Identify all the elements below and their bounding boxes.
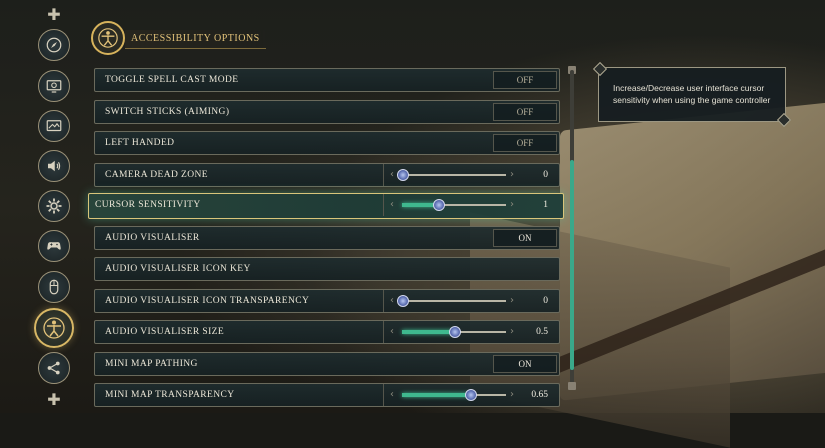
- slider-value: 0.65: [531, 390, 548, 400]
- chevron-right-icon[interactable]: ›: [510, 294, 514, 308]
- setting-row[interactable]: TOGGLE SPELL CAST MODE OFF: [94, 68, 560, 92]
- setting-description-panel: Increase/Decrease user interface cursor …: [592, 61, 792, 128]
- slider-value: 0.5: [536, 327, 548, 337]
- slider-knob[interactable]: [397, 168, 409, 181]
- slider-track[interactable]: [402, 389, 506, 401]
- setting-toggle[interactable]: OFF: [493, 102, 557, 121]
- slider-value: 0: [543, 295, 548, 306]
- slider-value: 0: [543, 169, 548, 180]
- sidebar-tab-display[interactable]: [38, 70, 70, 102]
- chevron-right-icon[interactable]: ›: [510, 325, 514, 339]
- setting-row[interactable]: AUDIO VISUALISER SIZE ‹ › 0.5: [94, 320, 560, 344]
- compass-icon: [46, 37, 62, 53]
- setting-toggle[interactable]: OFF: [493, 134, 557, 152]
- slider-fill: [402, 330, 454, 334]
- gear-icon: [46, 198, 62, 214]
- accessibility-emblem-icon: [91, 21, 125, 55]
- setting-toggle[interactable]: ON: [493, 228, 557, 247]
- slider-track[interactable]: [402, 199, 506, 211]
- slider-value: 1: [543, 200, 548, 210]
- slider-knob[interactable]: [433, 199, 446, 211]
- mouse-icon: [49, 279, 59, 295]
- scroll-down-cap: [568, 382, 576, 390]
- setting-row[interactable]: CAMERA DEAD ZONE ‹ › 0: [94, 162, 560, 187]
- sidebar-tab-compass[interactable]: [38, 29, 70, 61]
- slider-knob[interactable]: [449, 326, 461, 338]
- setting-row[interactable]: MINI MAP PATHING ON: [94, 351, 560, 376]
- setting-row[interactable]: MINI MAP TRANSPARENCY ‹ › 0.65: [94, 383, 560, 407]
- slider-knob[interactable]: [397, 294, 409, 307]
- setting-slider[interactable]: ‹ › 0.5: [383, 321, 560, 343]
- scrollbar[interactable]: [570, 70, 574, 384]
- vitruvian-man-icon: [98, 28, 118, 48]
- chevron-right-icon[interactable]: ›: [510, 198, 514, 212]
- chevron-right-icon[interactable]: ›: [510, 388, 514, 402]
- setting-slider[interactable]: ‹ › 0.65: [383, 384, 560, 406]
- setting-row[interactable]: AUDIO VISUALISER ICON KEY: [94, 257, 560, 281]
- sidebar-tab-graphics[interactable]: [38, 110, 70, 142]
- scrollbar-thumb[interactable]: [570, 160, 574, 370]
- setting-label: AUDIO VISUALISER: [105, 232, 200, 243]
- next-category-icon[interactable]: ✚: [46, 392, 62, 408]
- chevron-left-icon[interactable]: ‹: [390, 388, 394, 402]
- slider-fill: [402, 393, 470, 397]
- sidebar-tab-gear[interactable]: [38, 190, 70, 222]
- setting-label: CAMERA DEAD ZONE: [105, 169, 208, 180]
- chevron-left-icon[interactable]: ‹: [390, 294, 394, 308]
- sidebar-tab-network[interactable]: [38, 352, 70, 384]
- chevron-left-icon[interactable]: ‹: [390, 198, 394, 212]
- sidebar-tab-speaker[interactable]: [38, 150, 70, 182]
- setting-row[interactable]: AUDIO VISUALISER ON: [94, 225, 560, 250]
- vitruvian-man-icon: [43, 317, 65, 339]
- slider-track[interactable]: [397, 168, 506, 181]
- chevron-left-icon[interactable]: ‹: [390, 168, 394, 182]
- slider-track[interactable]: [402, 326, 506, 338]
- slider-track[interactable]: [397, 294, 506, 307]
- setting-toggle[interactable]: ON: [493, 354, 557, 373]
- setting-description: Increase/Decrease user interface cursor …: [613, 83, 771, 105]
- network-icon: [47, 361, 60, 375]
- graphics-icon: [46, 120, 62, 132]
- setting-label: AUDIO VISUALISER ICON TRANSPARENCY: [105, 295, 310, 306]
- setting-label: SWITCH STICKS (AIMING): [105, 106, 230, 117]
- speaker-icon: [48, 160, 61, 172]
- setting-row[interactable]: LEFT HANDED OFF: [94, 131, 560, 155]
- setting-slider[interactable]: ‹ › 0: [383, 163, 560, 186]
- display-icon: [46, 80, 62, 93]
- sidebar-tab-vitruvian-man[interactable]: [34, 308, 74, 348]
- settings-sidebar: ✚ ✚: [34, 0, 74, 413]
- setting-label: AUDIO VISUALISER ICON KEY: [105, 264, 251, 274]
- prev-category-icon[interactable]: ✚: [46, 7, 62, 23]
- gamepad-icon: [47, 242, 61, 250]
- chevron-left-icon[interactable]: ‹: [390, 325, 394, 339]
- page-title: ACCESSIBILITY OPTIONS: [125, 30, 266, 49]
- chevron-right-icon[interactable]: ›: [510, 168, 514, 182]
- setting-row[interactable]: CURSOR SENSITIVITY ‹ › 1: [88, 193, 564, 219]
- setting-slider[interactable]: ‹ › 1: [383, 194, 560, 216]
- setting-label: AUDIO VISUALISER SIZE: [105, 327, 225, 337]
- setting-label: LEFT HANDED: [105, 138, 175, 148]
- setting-toggle[interactable]: OFF: [493, 71, 557, 89]
- setting-slider[interactable]: ‹ › 0: [383, 289, 560, 312]
- setting-row[interactable]: SWITCH STICKS (AIMING) OFF: [94, 99, 560, 124]
- setting-label: CURSOR SENSITIVITY: [95, 200, 201, 210]
- setting-row[interactable]: AUDIO VISUALISER ICON TRANSPARENCY ‹ › 0: [94, 288, 560, 313]
- sidebar-tab-gamepad[interactable]: [38, 230, 70, 262]
- setting-label: MINI MAP PATHING: [105, 358, 198, 369]
- sidebar-tab-mouse[interactable]: [38, 271, 70, 303]
- slider-knob[interactable]: [464, 389, 477, 401]
- setting-label: TOGGLE SPELL CAST MODE: [105, 75, 239, 85]
- setting-label: MINI MAP TRANSPARENCY: [105, 390, 235, 400]
